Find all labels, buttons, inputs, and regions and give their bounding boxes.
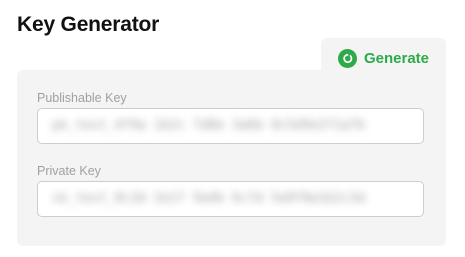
publishable-key-value: pk_test_4f9a 1b2c 7d8e 3a6b 0c5d9e2f1a7b <box>52 118 366 133</box>
private-key-value: sk_test_8c3d 2e1f 9a4b 6c7d 5e8f0a1b2c3d <box>52 191 366 206</box>
generate-button[interactable]: Generate <box>321 38 446 78</box>
page-title: Key Generator <box>17 13 160 36</box>
refresh-icon <box>337 48 357 68</box>
generate-label: Generate <box>363 49 430 67</box>
private-key-label: Private Key <box>37 164 101 178</box>
publishable-key-field[interactable]: pk_test_4f9a 1b2c 7d8e 3a6b 0c5d9e2f1a7b <box>37 108 424 144</box>
publishable-key-label: Publishable Key <box>37 91 127 105</box>
private-key-field[interactable]: sk_test_8c3d 2e1f 9a4b 6c7d 5e8f0a1b2c3d <box>37 181 424 217</box>
